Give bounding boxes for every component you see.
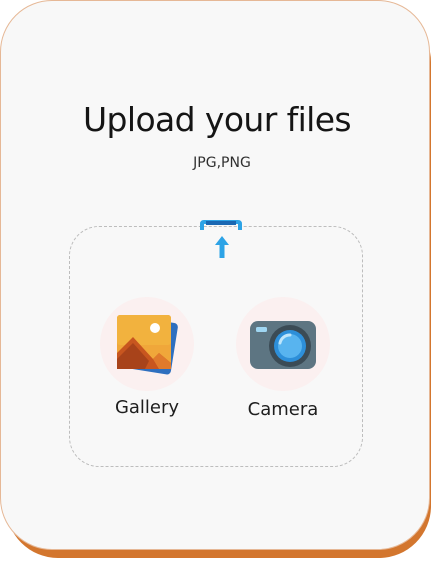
- accepted-formats: JPG,PNG: [193, 155, 251, 171]
- camera-icon: [250, 321, 316, 369]
- gallery-option[interactable]: Gallery: [97, 297, 197, 427]
- gallery-photos-icon: [117, 315, 178, 375]
- camera-option[interactable]: Camera: [233, 297, 333, 427]
- upload-arrow-icon: [200, 220, 242, 258]
- dialog-title: Upload your files: [82, 100, 352, 139]
- upload-dialog-frame: Upload your files JPG,PNG Gallery Camera: [0, 0, 434, 561]
- gallery-label: Gallery: [114, 397, 180, 418]
- camera-label: Camera: [247, 399, 319, 420]
